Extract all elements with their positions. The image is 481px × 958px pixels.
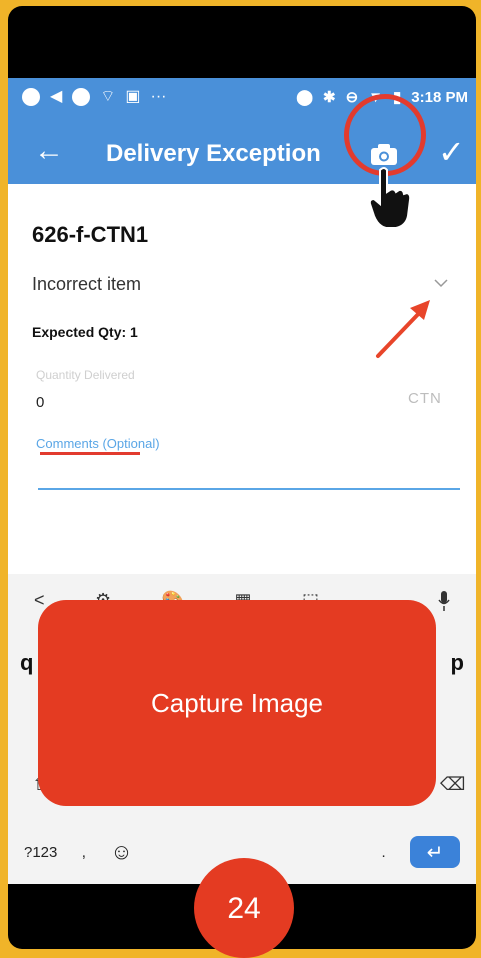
kb-back-icon[interactable]: < — [34, 590, 45, 611]
wifi-icon: ⌔ — [100, 88, 116, 105]
highlight-underline — [40, 452, 140, 455]
key-p[interactable]: p — [451, 650, 464, 676]
reason-select[interactable]: Incorrect item — [32, 274, 141, 295]
back-triangle-icon: ◀ — [50, 88, 63, 105]
status-time: 3:18 PM — [411, 88, 468, 106]
key-comma[interactable]: , — [82, 844, 86, 861]
quantity-input[interactable]: 0 — [36, 394, 44, 411]
location-icon: ⬤ — [296, 89, 314, 106]
expected-qty: Expected Qty: 1 — [32, 324, 138, 340]
check-icon[interactable]: ✓ — [438, 136, 465, 168]
page-number-badge: 24 — [194, 858, 294, 958]
quantity-label: Quantity Delivered — [36, 368, 135, 382]
backspace-icon[interactable]: ⌫ — [440, 774, 465, 795]
back-arrow-icon[interactable]: ← — [34, 136, 64, 166]
key-period[interactable]: . — [381, 844, 385, 861]
status-icons-left: ◀ ⌔ ▣ ··· — [22, 88, 166, 106]
bluetooth-icon: ✱ — [323, 89, 336, 106]
tutorial-frame: ◀ ⌔ ▣ ··· ⬤ ✱ ⊖ ▼ ▮ 3:18 PM ← Delivery E… — [0, 0, 481, 958]
emoji-icon[interactable]: ☺ — [110, 839, 132, 865]
chevron-down-icon[interactable] — [434, 278, 448, 288]
form-content: 626-f-CTN1 Incorrect item Expected Qty: … — [8, 184, 476, 574]
circle-icon — [22, 88, 40, 106]
key-numbers[interactable]: ?123 — [24, 844, 57, 861]
comments-underline — [38, 488, 460, 490]
enter-icon[interactable]: ↵ — [409, 836, 460, 868]
capture-image-button[interactable]: Capture Image — [38, 600, 436, 806]
image-icon: ▣ — [125, 88, 141, 105]
pointing-hand-icon — [368, 167, 412, 229]
unit-label: CTN — [408, 390, 442, 407]
page-title: Delivery Exception — [106, 140, 321, 167]
circle-icon — [72, 88, 91, 106]
highlight-circle — [344, 94, 426, 176]
key-q[interactable]: q — [20, 650, 33, 676]
comments-field[interactable]: Comments (Optional) — [36, 436, 160, 451]
more-icon: ··· — [150, 88, 167, 105]
item-code: 626-f-CTN1 — [32, 222, 149, 247]
minus-circle-icon: ⊖ — [345, 89, 359, 106]
mic-icon[interactable] — [438, 590, 450, 611]
pointer-arrow-icon — [376, 300, 430, 358]
